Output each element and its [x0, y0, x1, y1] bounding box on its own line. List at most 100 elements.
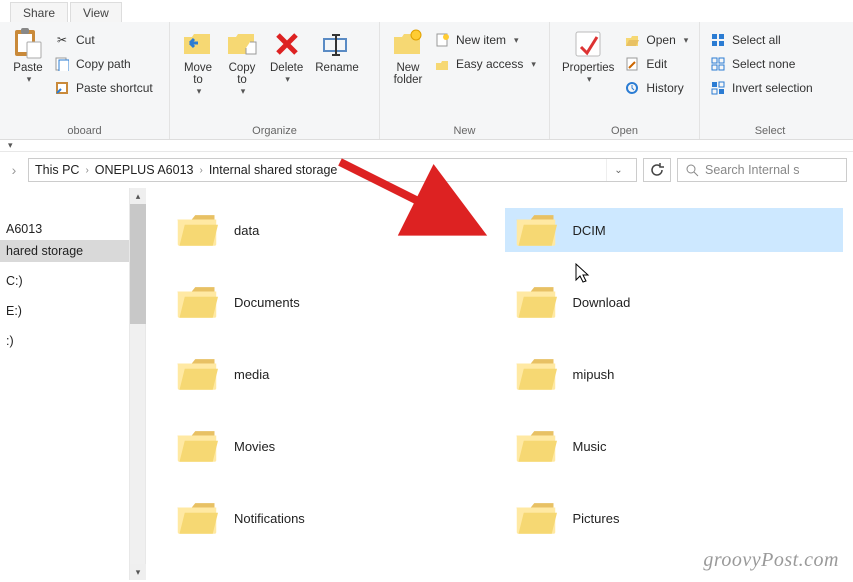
chevron-down-icon: ▾ [8, 140, 13, 151]
move-to-button[interactable]: Move to ▾ [176, 26, 220, 99]
nav-item-selected[interactable]: hared storage [0, 240, 129, 262]
new-small-buttons: New item ▾ Easy access ▾ [430, 26, 540, 74]
open-folder-icon [624, 32, 640, 48]
rename-icon [321, 28, 353, 60]
folder-icon [515, 356, 557, 392]
chevron-right-icon: › [199, 165, 202, 176]
paste-shortcut-icon [54, 80, 70, 96]
new-folder-button[interactable]: New folder [386, 26, 430, 88]
nav-item[interactable]: A6013 [0, 218, 129, 240]
select-none-button[interactable]: Select none [706, 54, 817, 74]
edit-button[interactable]: Edit [620, 54, 692, 74]
address-bar[interactable]: This PC› ONEPLUS A6013› Internal shared … [28, 158, 637, 182]
invert-selection-button[interactable]: Invert selection [706, 78, 817, 98]
content-area: data DCIM Documents Download media mipus… [130, 188, 853, 580]
search-placeholder: Search Internal s [705, 163, 800, 177]
move-to-icon [182, 28, 214, 60]
tab-share[interactable]: Share [10, 2, 68, 22]
folder-label: Download [573, 295, 631, 310]
folder-icon [176, 500, 218, 536]
tab-view[interactable]: View [70, 2, 122, 22]
chevron-down-icon: ▾ [531, 59, 536, 70]
new-folder-icon [392, 28, 424, 60]
chevron-down-icon: ▾ [241, 86, 246, 97]
properties-icon [572, 28, 604, 60]
rename-button[interactable]: Rename [309, 26, 364, 76]
folder-label: Documents [234, 295, 300, 310]
breadcrumb-item[interactable]: ONEPLUS A6013› [95, 163, 203, 177]
address-dropdown[interactable]: ⌄ [606, 159, 630, 181]
clipboard-small-buttons: ✂ Cut Copy path Paste shortcut [50, 26, 157, 98]
paste-label: Paste [13, 62, 42, 74]
new-item-button[interactable]: New item ▾ [430, 30, 540, 50]
folder-item[interactable]: DCIM [505, 208, 844, 252]
breadcrumb-item[interactable]: This PC› [35, 163, 89, 177]
ribbon-group-clipboard: Paste ▾ ✂ Cut Copy path Paste shortcut o… [0, 22, 170, 139]
chevron-down-icon: ▾ [684, 35, 689, 46]
ribbon-group-new: New folder New item ▾ Easy access ▾ New [380, 22, 550, 139]
ribbon-group-organize: Move to ▾ Copy to ▾ Delete ▾ Rename Orga… [170, 22, 380, 139]
easy-access-icon [434, 56, 450, 72]
properties-button[interactable]: Properties ▾ [556, 26, 620, 87]
folder-icon [176, 212, 218, 248]
folder-label: DCIM [573, 223, 606, 238]
scissors-icon: ✂ [54, 32, 70, 48]
easy-access-button[interactable]: Easy access ▾ [430, 54, 540, 74]
ribbon-tabs: Share View [0, 0, 853, 22]
folder-icon [176, 428, 218, 464]
folder-item[interactable]: media [166, 352, 505, 396]
folder-item[interactable]: Music [505, 424, 844, 468]
folder-label: Notifications [234, 511, 305, 526]
copy-to-icon [226, 28, 258, 60]
ribbon-group-open: Properties ▾ Open ▾ Edit History Open [550, 22, 700, 139]
address-bar-row: › This PC› ONEPLUS A6013› Internal share… [0, 152, 853, 188]
folder-item[interactable]: Documents [166, 280, 505, 324]
clipboard-icon [12, 28, 44, 60]
chevron-right-icon: › [85, 165, 88, 176]
copy-to-button[interactable]: Copy to ▾ [220, 26, 264, 99]
folder-item[interactable]: Movies [166, 424, 505, 468]
nav-item [0, 322, 129, 330]
folder-item[interactable]: mipush [505, 352, 844, 396]
folder-icon [515, 428, 557, 464]
folder-item[interactable]: data [166, 208, 505, 252]
history-button[interactable]: History [620, 78, 692, 98]
folder-icon [176, 284, 218, 320]
group-label-clipboard: oboard [0, 125, 169, 137]
folder-item[interactable]: Pictures [505, 496, 844, 540]
chevron-down-icon: ▾ [27, 74, 32, 85]
navigation-pane: A6013 hared storage C:) E:) :) [0, 188, 130, 580]
breadcrumb-item[interactable]: Internal shared storage [209, 163, 338, 177]
explorer-body: A6013 hared storage C:) E:) :) ▴ ▾ data … [0, 188, 853, 580]
cut-button[interactable]: ✂ Cut [50, 30, 157, 50]
paste-shortcut-button[interactable]: Paste shortcut [50, 78, 157, 98]
folder-icon [515, 284, 557, 320]
folder-item[interactable]: Notifications [166, 496, 505, 540]
copy-path-icon [54, 56, 70, 72]
folder-icon [176, 356, 218, 392]
quick-access-customize[interactable]: ▾ [0, 140, 853, 152]
folder-label: mipush [573, 367, 615, 382]
group-label-select: Select [700, 125, 840, 137]
refresh-icon [650, 163, 664, 177]
nav-item[interactable]: :) [0, 330, 129, 352]
search-input[interactable]: Search Internal s [677, 158, 847, 182]
folder-grid: data DCIM Documents Download media mipus… [166, 208, 843, 540]
nav-item[interactable]: E:) [0, 300, 129, 322]
folder-item[interactable]: Download [505, 280, 844, 324]
history-icon [624, 80, 640, 96]
copy-path-button[interactable]: Copy path [50, 54, 157, 74]
delete-button[interactable]: Delete ▾ [264, 26, 309, 87]
nav-item [0, 292, 129, 300]
refresh-button[interactable] [643, 158, 671, 182]
chevron-down-icon: ▾ [197, 86, 202, 97]
nav-item[interactable]: C:) [0, 270, 129, 292]
paste-button[interactable]: Paste ▾ [6, 26, 50, 87]
group-label-open: Open [550, 125, 699, 137]
open-button[interactable]: Open ▾ [620, 30, 692, 50]
search-icon [686, 164, 699, 177]
select-all-button[interactable]: Select all [706, 30, 817, 50]
group-label-new: New [380, 125, 549, 137]
delete-icon [271, 28, 303, 60]
chevron-down-icon: ▾ [514, 35, 519, 46]
